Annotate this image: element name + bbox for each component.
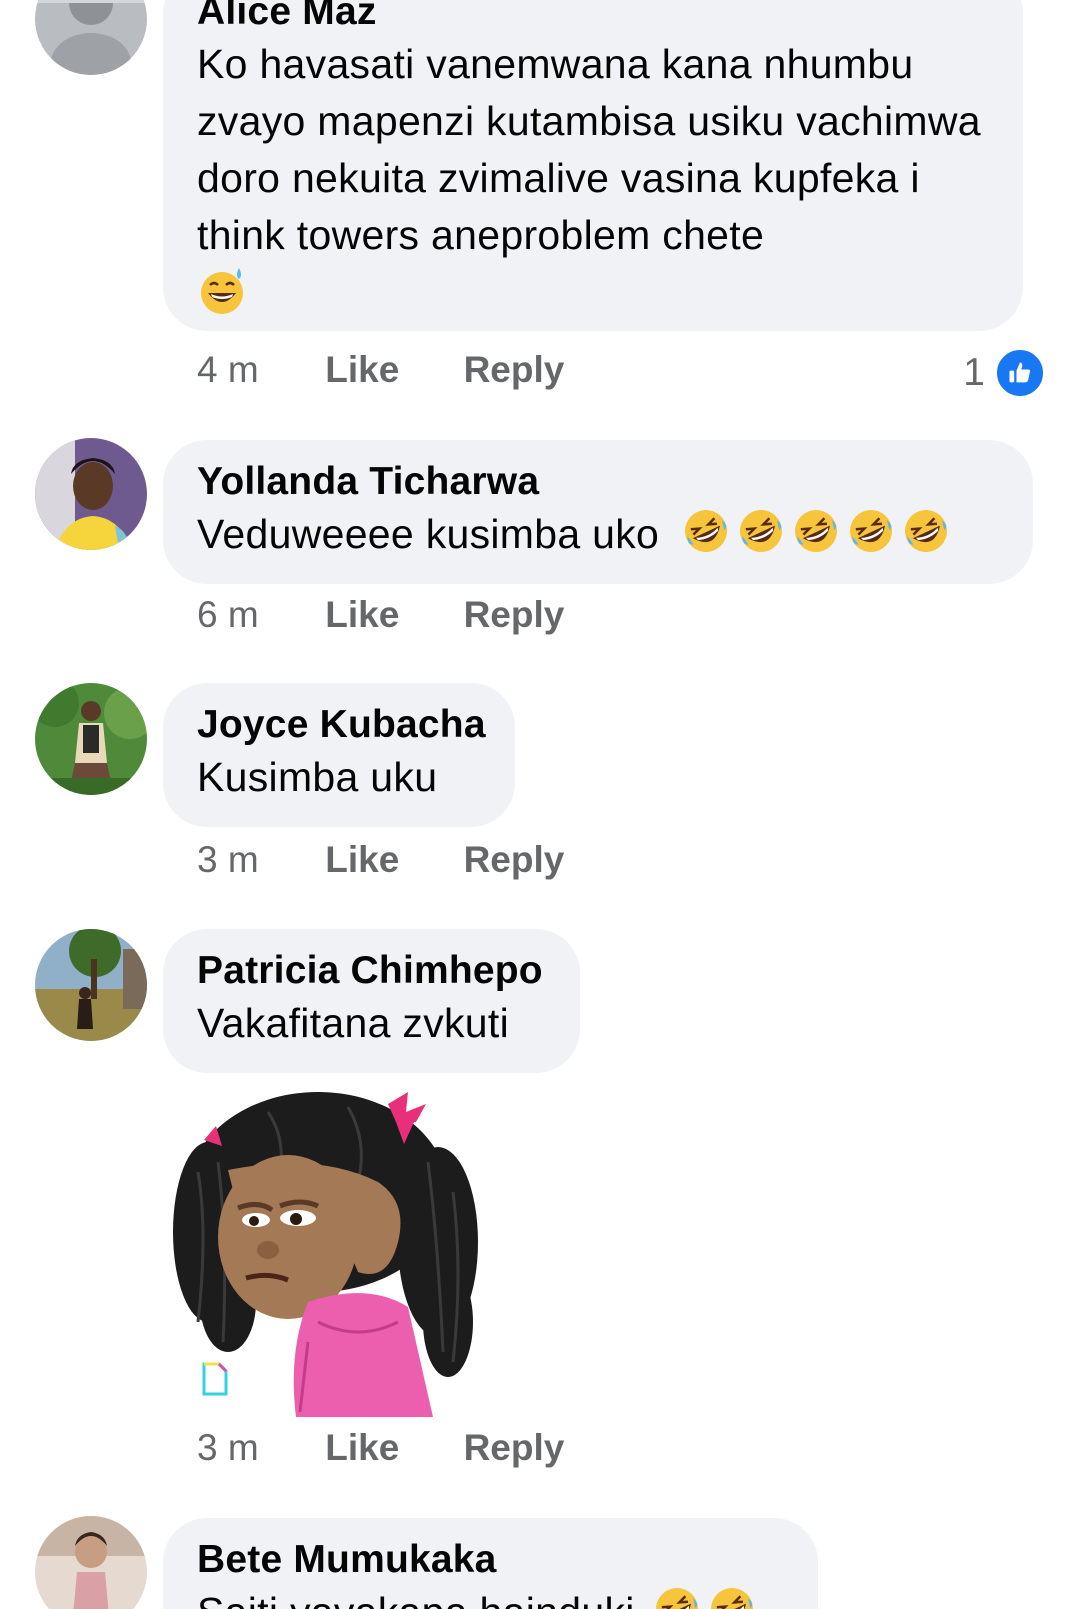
avatar[interactable] (35, 1516, 147, 1609)
reply-button[interactable]: Reply (464, 839, 565, 881)
comment-time: 3 m (197, 1427, 259, 1468)
reply-button[interactable]: Reply (464, 349, 565, 391)
rolling-laughing-emoji (791, 506, 841, 556)
comment-author[interactable]: Bete Mumukaka (197, 1536, 784, 1584)
emoji-row (681, 510, 956, 557)
comment-author[interactable]: Yollanda Ticharwa (197, 458, 999, 506)
comment-author[interactable]: Patricia Chimhepo (197, 947, 546, 995)
rolling-laughing-emoji (681, 506, 731, 556)
comment-time: 6 m (197, 594, 259, 635)
comment-author[interactable]: Joyce Kubacha (197, 701, 486, 749)
reply-button[interactable]: Reply (464, 1427, 565, 1469)
comment-bubble[interactable]: Alice Maz Ko havasati vanemwana kana nhu… (163, 0, 1023, 331)
comment-actions: 3 m Like Reply (197, 1427, 564, 1469)
emoji-row (652, 1588, 762, 1609)
comment-text: Ko havasati vanemwana kana nhumbu zvayo … (197, 41, 981, 258)
rolling-laughing-emoji (846, 506, 896, 556)
comment-text: Saiti yavakapa hainduki (197, 1589, 635, 1609)
comment-bubble[interactable]: Yollanda Ticharwa Veduweeee kusimba uko (163, 440, 1033, 584)
reaction-count: 1 (963, 351, 985, 394)
rolling-laughing-emoji (736, 506, 786, 556)
like-button[interactable]: Like (325, 839, 453, 881)
comment-actions: 6 m Like Reply (197, 594, 564, 636)
comment-author[interactable]: Alice Maz (197, 0, 989, 36)
like-button[interactable]: Like (325, 1427, 453, 1469)
reaction-summary[interactable]: 1 (963, 348, 1045, 398)
reply-button[interactable]: Reply (464, 594, 565, 636)
like-button[interactable]: Like (325, 349, 453, 391)
comment-time: 3 m (197, 839, 259, 880)
comment-actions: 3 m Like Reply (197, 839, 564, 881)
comment-text: Kusimba uku (197, 754, 438, 800)
sticker-icon (201, 1362, 229, 1396)
comment-text: Veduweeee kusimba uko (197, 511, 660, 557)
thumbs-up-icon (995, 348, 1045, 398)
avatar[interactable] (35, 438, 147, 550)
like-button[interactable]: Like (325, 594, 453, 636)
grinning-sweat-emoji (197, 266, 247, 316)
rolling-laughing-emoji (901, 506, 951, 556)
comment-bubble[interactable]: Patricia Chimhepo Vakafitana zvkuti (163, 929, 580, 1073)
rolling-laughing-emoji (707, 1584, 757, 1609)
comment-text: Vakafitana zvkuti (197, 1000, 509, 1046)
comment-actions: 4 m Like Reply (197, 349, 564, 391)
avatar[interactable] (35, 929, 147, 1041)
rolling-laughing-emoji (652, 1584, 702, 1609)
comment-bubble[interactable]: Bete Mumukaka Saiti yavakapa hainduki (163, 1518, 818, 1609)
comment-bubble[interactable]: Joyce Kubacha Kusimba uku (163, 683, 515, 827)
comment-time: 4 m (197, 349, 259, 390)
avatar[interactable] (35, 683, 147, 795)
comments-thread: Alice Maz Ko havasati vanemwana kana nhu… (0, 0, 1080, 1609)
avatar[interactable] (35, 0, 147, 75)
